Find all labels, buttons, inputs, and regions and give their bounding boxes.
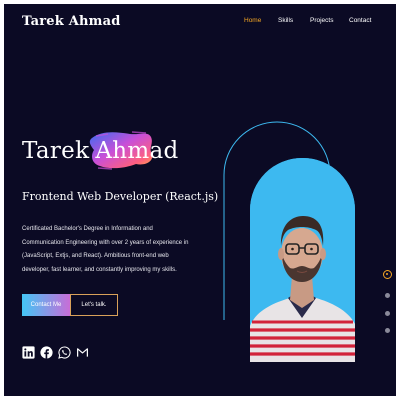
gmail-icon[interactable] [76, 346, 89, 359]
hero-last-name: Ahmad [95, 138, 179, 164]
carousel-dot-2[interactable] [385, 293, 390, 298]
carousel-dot-1[interactable] [383, 270, 392, 279]
hero-bio: Certificated Bachelor's Degree in Inform… [22, 226, 189, 273]
whatsapp-icon[interactable] [58, 346, 71, 359]
lets-talk-button[interactable]: Let's talk. [70, 294, 118, 316]
profile-photo [250, 158, 355, 362]
facebook-icon[interactable] [40, 346, 53, 359]
contact-me-button[interactable]: Contact Me [22, 294, 70, 316]
nav-contact[interactable]: Contact [349, 17, 371, 24]
carousel-dot-4[interactable] [385, 328, 390, 333]
nav-projects[interactable]: Projects [310, 17, 333, 24]
social-links [22, 346, 94, 359]
nav-home[interactable]: Home [244, 17, 261, 24]
linkedin-icon[interactable] [22, 346, 35, 359]
hero-name: Tarek Ahmad [22, 138, 178, 164]
site-logo[interactable]: Tarek Ahmad [22, 14, 121, 29]
hero-first-name: Tarek [22, 138, 90, 164]
portfolio-page: Tarek Ahmad Home Skills Projects Contact… [4, 4, 396, 396]
carousel-dot-3[interactable] [385, 311, 390, 316]
nav-skills[interactable]: Skills [278, 17, 293, 24]
hero-role: Frontend Web Developer (React.js) [22, 190, 219, 203]
profile-photo-frame [250, 158, 355, 362]
